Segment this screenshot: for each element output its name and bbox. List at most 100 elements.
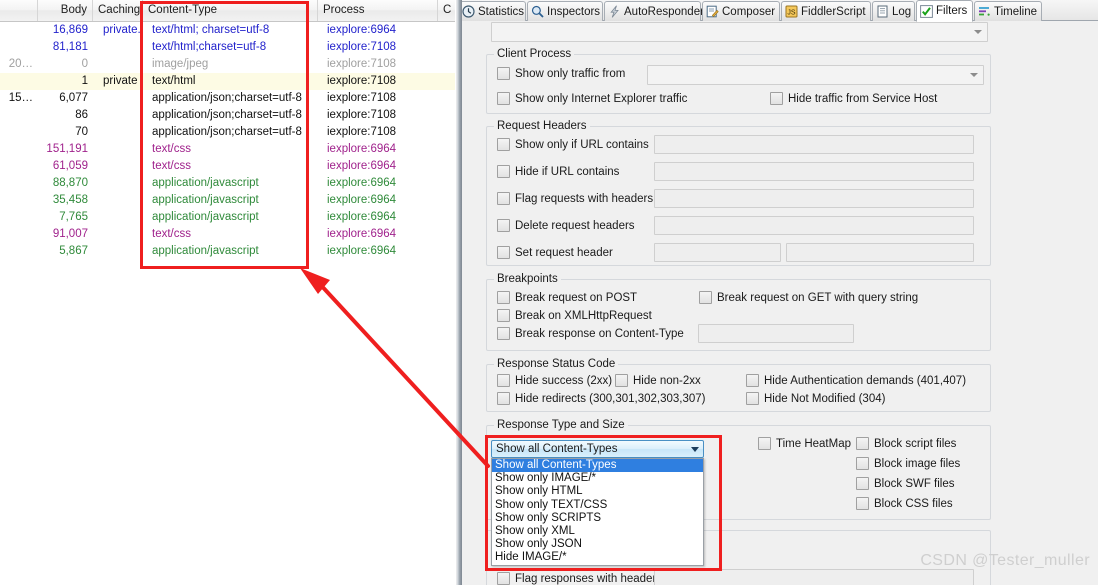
input-flag-requests-with-headers[interactable] (654, 189, 974, 208)
checkbox-break-request-on-get-query[interactable]: Break request on GET with query string (699, 291, 918, 304)
checkbox-box-icon[interactable] (856, 457, 869, 470)
checkbox-box-icon[interactable] (758, 437, 771, 450)
checkbox-break-response-on-content-type[interactable]: Break response on Content-Type (497, 327, 684, 340)
checkbox-box-icon[interactable] (497, 92, 510, 105)
session-row[interactable]: 88,870 application/javascript iexplore:696… (0, 175, 455, 192)
combo-dropdown-button[interactable] (686, 441, 703, 457)
checkbox-show-only-ie-traffic[interactable]: Show only Internet Explorer traffic (497, 92, 687, 105)
dropdown-option[interactable]: Show only IMAGE/* (492, 472, 703, 485)
session-row[interactable]: 61,059 text/css iexplore:6964 (0, 158, 455, 175)
input-break-response-content-type[interactable] (698, 324, 854, 343)
session-row[interactable]: 35,458 application/javascript iexplore:696… (0, 192, 455, 209)
session-row[interactable]: 20… 0 image/jpeg iexplore:7108 (0, 56, 455, 73)
session-row[interactable]: 16,869 private... text/html; charset=utf-8… (0, 22, 455, 39)
checkbox-box-icon[interactable] (497, 392, 510, 405)
dropdown-option[interactable]: Hide IMAGE/* (492, 551, 703, 564)
checkbox-label: Hide Not Modified (304) (764, 392, 886, 405)
checkbox-flag-requests-with-headers[interactable]: Flag requests with headers (497, 192, 653, 205)
checkbox-hide-non-2xx[interactable]: Hide non-2xx (615, 374, 701, 387)
traffic-from-process-combo[interactable] (647, 65, 984, 85)
input-set-request-header-name[interactable] (654, 243, 781, 262)
cell-process: iexplore:7108 (327, 126, 397, 138)
checkbox-box-icon[interactable] (856, 477, 869, 490)
input-delete-request-headers[interactable] (654, 216, 974, 235)
content-type-filter-dropdown-list[interactable]: Show all Content-Types Show only IMAGE/* S… (491, 458, 704, 566)
checkbox-box-icon[interactable] (497, 67, 510, 80)
checkbox-hide-authentication-demands[interactable]: Hide Authentication demands (401,407) (746, 374, 966, 387)
dropdown-option[interactable]: Show only JSON (492, 538, 703, 551)
tab-log[interactable]: Log (872, 1, 915, 21)
checkbox-box-icon[interactable] (856, 437, 869, 450)
checkbox-show-only-traffic-from[interactable]: Show only traffic from (497, 67, 625, 80)
dropdown-option[interactable]: Show only HTML (492, 485, 703, 498)
session-row[interactable]: 151,191 text/css iexplore:6964 (0, 141, 455, 158)
column-header-lead[interactable] (0, 0, 38, 21)
session-row[interactable]: 15… 6,077 application/json;charset=utf-8 ie… (0, 90, 455, 107)
column-header-caching[interactable]: Caching (93, 0, 143, 21)
dropdown-option[interactable]: Show only XML (492, 525, 703, 538)
checkbox-hide-redirects[interactable]: Hide redirects (300,301,302,303,307) (497, 392, 706, 405)
content-type-filter-combo[interactable]: Show all Content-Types (491, 440, 704, 458)
checkbox-box-icon[interactable] (497, 374, 510, 387)
checkbox-box-icon[interactable] (856, 497, 869, 510)
checkbox-box-icon[interactable] (497, 291, 510, 304)
session-row[interactable]: 5,867 application/javascript iexplore:6964 (0, 243, 455, 260)
dropdown-option[interactable]: Show only SCRIPTS (492, 512, 703, 525)
checkbox-box-icon[interactable] (497, 138, 510, 151)
checkbox-box-icon[interactable] (497, 219, 510, 232)
checkbox-box-icon[interactable] (497, 246, 510, 259)
checkbox-time-heatmap[interactable]: Time HeatMap (758, 437, 851, 450)
session-row[interactable]: 86 application/json;charset=utf-8 iexplore… (0, 107, 455, 124)
checkbox-box-icon[interactable] (746, 392, 759, 405)
dropdown-option[interactable]: Show only TEXT/CSS (492, 499, 703, 512)
input-show-only-if-url-contains[interactable] (654, 135, 974, 154)
session-row[interactable]: 1 private text/html iexplore:7108 (0, 73, 455, 90)
tab-inspectors[interactable]: Inspectors (527, 1, 603, 21)
checkbox-break-request-on-post[interactable]: Break request on POST (497, 291, 637, 304)
checkbox-box-icon[interactable] (497, 572, 510, 585)
checkbox-break-on-xmlhttprequest[interactable]: Break on XMLHttpRequest (497, 309, 652, 322)
column-header-body[interactable]: Body (38, 0, 93, 21)
tab-autoresponder[interactable]: AutoResponder (604, 1, 704, 21)
cell-caching (98, 158, 143, 175)
dropdown-option[interactable]: Show all Content-Types (492, 459, 703, 473)
session-row[interactable]: 81,181 text/html;charset=utf-8 iexplore:71… (0, 39, 455, 56)
checkbox-block-swf-files[interactable]: Block SWF files (856, 477, 955, 490)
session-row[interactable]: 70 application/json;charset=utf-8 iexplore… (0, 124, 455, 141)
filter-action-combo[interactable] (491, 22, 988, 42)
tab-timeline[interactable]: Timeline (974, 1, 1042, 21)
column-header-content-type[interactable]: Content-Type (143, 0, 318, 21)
checkbox-box-icon[interactable] (770, 92, 783, 105)
checkbox-box-icon[interactable] (497, 327, 510, 340)
checkbox-block-script-files[interactable]: Block script files (856, 437, 956, 450)
checkbox-box-icon[interactable] (699, 291, 712, 304)
input-set-request-header-value[interactable] (786, 243, 974, 262)
checkbox-box-icon[interactable] (497, 165, 510, 178)
checkbox-show-only-if-url-contains[interactable]: Show only if URL contains (497, 138, 649, 151)
tab-filters[interactable]: Filters (916, 0, 973, 22)
checkbox-hide-not-modified-304[interactable]: Hide Not Modified (304) (746, 392, 885, 405)
checkbox-box-icon[interactable] (497, 309, 510, 322)
session-row[interactable]: 7,765 application/javascript iexplore:6964 (0, 209, 455, 226)
session-row[interactable]: 91,007 text/css iexplore:6964 (0, 226, 455, 243)
checkbox-flag-responses-with-headers[interactable]: Flag responses with headers (497, 572, 662, 585)
panel-splitter[interactable] (455, 0, 462, 585)
tab-fiddlerscript[interactable]: JS FiddlerScript (781, 1, 871, 21)
checkbox-hide-success-2xx[interactable]: Hide success (2xx) (497, 374, 612, 387)
checkbox-box-icon[interactable] (746, 374, 759, 387)
checkbox-delete-request-headers[interactable]: Delete request headers (497, 219, 635, 232)
input-flag-responses-with-headers[interactable] (654, 569, 974, 585)
input-hide-if-url-contains[interactable] (654, 162, 974, 181)
column-header-truncated[interactable]: C (438, 0, 455, 21)
checkbox-set-request-header[interactable]: Set request header (497, 246, 613, 259)
checkbox-hide-if-url-contains[interactable]: Hide if URL contains (497, 165, 619, 178)
checkbox-box-icon[interactable] (615, 374, 628, 387)
checkbox-box-icon[interactable] (497, 192, 510, 205)
checkbox-block-css-files[interactable]: Block CSS files (856, 497, 953, 510)
tab-statistics[interactable]: Statistics (462, 1, 526, 21)
checkbox-hide-service-host-traffic[interactable]: Hide traffic from Service Host (770, 92, 937, 105)
session-list-grid[interactable]: Body Caching Content-Type Process C 16,8… (0, 0, 455, 585)
tab-composer[interactable]: Composer (702, 1, 780, 21)
column-header-process[interactable]: Process (318, 0, 438, 21)
checkbox-block-image-files[interactable]: Block image files (856, 457, 960, 470)
